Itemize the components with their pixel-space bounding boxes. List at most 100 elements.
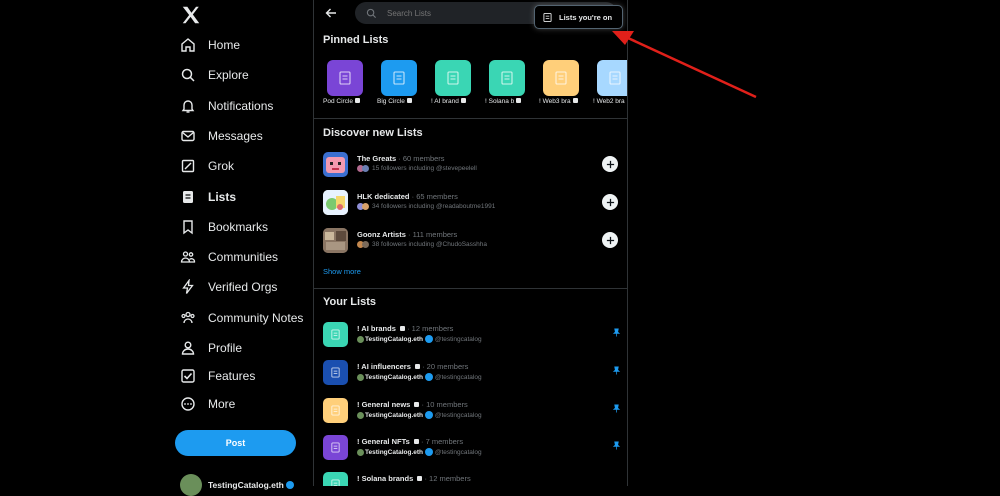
account-switcher[interactable]: TestingCatalog.eth: [180, 474, 294, 496]
list-tile: [327, 60, 363, 96]
nav-community-notes[interactable]: Community Notes: [180, 307, 303, 329]
follower-avatar: [362, 165, 369, 172]
pinned-list-item[interactable]: ! Solana b: [485, 60, 535, 105]
owner-avatar: [357, 374, 364, 381]
your-list-item[interactable]: ! General news · 10 members TestingCatal…: [323, 398, 623, 428]
list-icon: [543, 13, 552, 22]
owner-avatar: [357, 336, 364, 343]
search-input[interactable]: [385, 8, 529, 19]
show-more-link[interactable]: Show more: [323, 267, 361, 276]
pinned-list-item[interactable]: ! Web3 bra: [539, 60, 589, 105]
member-count: · 65 members: [412, 192, 458, 201]
nav-notifications[interactable]: Notifications: [180, 95, 273, 117]
list-icon: [337, 70, 353, 86]
lock-icon: [407, 98, 412, 103]
list-icon: [330, 442, 341, 453]
envelope-icon: [180, 128, 196, 144]
nav-communities[interactable]: Communities: [180, 246, 278, 268]
pin-icon[interactable]: [612, 404, 621, 413]
pinned-list-label: ! Web2 bra: [593, 98, 625, 105]
discover-list-item[interactable]: HLK dedicated · 65 members 34 followers …: [323, 190, 623, 220]
discover-list-item[interactable]: Goonz Artists · 111 members 38 followers…: [323, 228, 623, 258]
sidebar: Home Explore Notifications Messages Grok…: [170, 0, 310, 486]
pin-icon[interactable]: [612, 366, 621, 375]
owner-name: TestingCatalog.eth: [365, 412, 423, 419]
your-list-item[interactable]: ! Solana brands · 12 members: [323, 472, 623, 486]
account-name: TestingCatalog.eth: [208, 480, 284, 490]
back-arrow-icon[interactable]: [324, 6, 338, 20]
nav-more[interactable]: More: [180, 393, 235, 415]
pinned-list-label: ! AI brand: [431, 98, 459, 105]
pinned-lists-row: Pod Circle Big Circle ! AI brand ! Solan…: [323, 60, 627, 110]
divider: [314, 118, 627, 119]
pin-icon[interactable]: [612, 441, 621, 450]
owner-name: TestingCatalog.eth: [365, 374, 423, 381]
pinned-list-item[interactable]: Big Circle: [377, 60, 427, 105]
verified-badge-icon: [425, 373, 433, 381]
lists-icon: [180, 189, 196, 205]
follow-list-button[interactable]: [602, 194, 618, 210]
list-tile: [323, 435, 348, 460]
nav-profile[interactable]: Profile: [180, 337, 242, 359]
owner-avatar: [357, 449, 364, 456]
lock-icon: [417, 476, 422, 481]
owner-handle: @testingcatalog: [435, 374, 482, 381]
owner-avatar: [357, 412, 364, 419]
list-tile: [323, 322, 348, 347]
nav-home[interactable]: Home: [180, 34, 240, 56]
plus-icon: [606, 160, 615, 169]
pinned-list-item[interactable]: ! AI brand: [431, 60, 481, 105]
list-icon: [330, 405, 341, 416]
your-list-name: ! AI influencers: [357, 362, 411, 371]
owner-handle: @testingcatalog: [435, 412, 482, 419]
list-tile: [323, 472, 348, 486]
follow-list-button[interactable]: [602, 156, 618, 172]
lock-icon: [355, 98, 360, 103]
list-icon: [499, 70, 515, 86]
list-thumbnail-icon: [323, 228, 348, 253]
nav-label: Profile: [208, 341, 242, 355]
bell-icon: [180, 98, 196, 114]
your-list-item[interactable]: ! AI influencers · 20 members TestingCat…: [323, 360, 623, 390]
your-list-name: ! AI brands: [357, 324, 396, 333]
nav-lists[interactable]: Lists: [180, 186, 236, 208]
plus-icon: [606, 198, 615, 207]
list-icon: [553, 70, 569, 86]
lists-youre-on-button[interactable]: Lists you're on: [534, 5, 623, 29]
pinned-list-item[interactable]: ! Web2 bra: [593, 60, 627, 105]
lists-main-column: Lists you're on Pinned Lists Pod Circle …: [313, 0, 628, 486]
nav-label: Explore: [208, 68, 249, 82]
pinned-list-item[interactable]: Pod Circle: [323, 60, 373, 105]
search-icon: [366, 8, 377, 19]
discover-list-item[interactable]: The Greats · 60 members 15 followers inc…: [323, 152, 623, 182]
nav-features[interactable]: Features: [180, 365, 255, 387]
nav-grok[interactable]: Grok: [180, 155, 234, 177]
nav-verified-orgs[interactable]: Verified Orgs: [180, 276, 277, 298]
nav-explore[interactable]: Explore: [180, 64, 249, 86]
post-button[interactable]: Post: [175, 430, 296, 456]
nav-messages[interactable]: Messages: [180, 125, 263, 147]
person-icon: [180, 340, 196, 356]
your-list-item[interactable]: ! AI brands · 12 members TestingCatalog.…: [323, 322, 623, 352]
member-count: · 111 members: [408, 230, 457, 239]
pinned-lists-title: Pinned Lists: [323, 34, 388, 46]
list-tile: [323, 398, 348, 423]
follower-avatar: [362, 203, 369, 210]
list-image: [323, 152, 348, 177]
list-icon: [607, 70, 623, 86]
checkbox-icon: [180, 368, 196, 384]
nav-label: More: [208, 397, 235, 411]
verified-badge-icon: [425, 335, 433, 343]
lock-icon: [516, 98, 521, 103]
more-circle-icon: [180, 396, 196, 412]
x-logo-icon[interactable]: [180, 4, 202, 26]
follow-list-button[interactable]: [602, 232, 618, 248]
nav-label: Bookmarks: [208, 220, 268, 234]
list-icon: [330, 329, 341, 340]
member-count: · 10 members: [422, 400, 468, 409]
nav-label: Verified Orgs: [208, 280, 277, 294]
follower-summary: 34 followers including @readaboutme1991: [372, 203, 495, 210]
nav-bookmarks[interactable]: Bookmarks: [180, 216, 268, 238]
your-list-item[interactable]: ! General NFTs · 7 members TestingCatalo…: [323, 435, 623, 465]
pin-icon[interactable]: [612, 328, 621, 337]
